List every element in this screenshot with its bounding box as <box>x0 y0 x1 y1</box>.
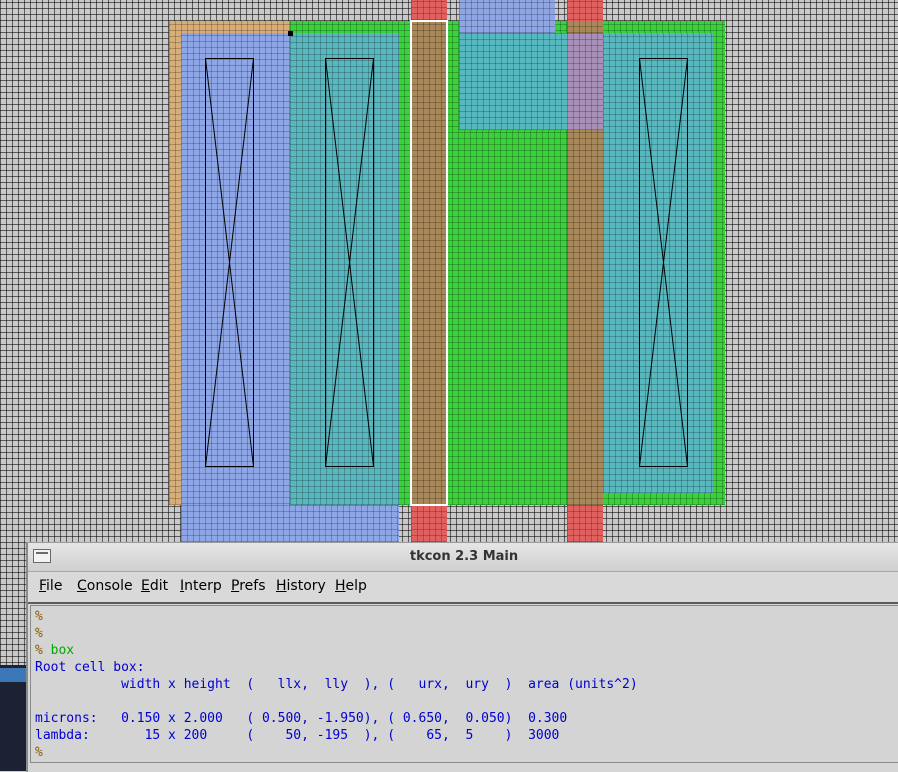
menu-console[interactable]: Console <box>77 578 133 594</box>
menu-edit[interactable]: Edit <box>141 578 168 594</box>
title-bar[interactable]: tkcon 2.3 Main <box>28 543 898 572</box>
contact-middle <box>325 58 374 467</box>
poly-over-pdiff-right <box>567 33 603 130</box>
contact-right <box>639 58 688 467</box>
output-line-4: microns: 0.150 x 2.000 ( 0.500, -1.950),… <box>35 711 568 726</box>
desktop-background <box>0 665 28 771</box>
poly-over-diff-right <box>567 21 603 33</box>
output-line-1: Root cell box: <box>35 660 145 675</box>
prompt-line-current[interactable]: % <box>35 744 43 761</box>
pdiff-region-bottom <box>181 505 399 542</box>
taskbar-fragment <box>0 668 26 682</box>
menu-interp[interactable]: Interp <box>180 578 222 594</box>
window-title: tkcon 2.3 Main <box>409 549 519 564</box>
menu-help[interactable]: Help <box>335 578 367 594</box>
poly-over-ndiff-right <box>567 130 603 505</box>
contact-left <box>205 58 254 467</box>
menu-file[interactable]: File <box>39 578 62 594</box>
command-line: % box <box>35 643 75 658</box>
prompt-line-2: % <box>35 626 43 641</box>
cursor-marker <box>288 31 293 36</box>
menu-bar: File Console Edit Interp Prefs History H… <box>28 572 898 604</box>
output-line-2: width x height ( llx, lly ), ( urx, ury … <box>35 677 638 692</box>
menu-prefs[interactable]: Prefs <box>231 578 266 594</box>
tkcon-window[interactable]: tkcon 2.3 Main File Console Edit Interp … <box>26 542 898 772</box>
prompt-line-1: % <box>35 609 43 624</box>
selection-box[interactable] <box>410 20 448 506</box>
menu-history[interactable]: History <box>276 578 326 594</box>
pdiff-region-top <box>459 0 555 33</box>
console-output[interactable]: % % % box Root cell box: width x height … <box>30 605 898 763</box>
output-line-5: lambda: 15 x 200 ( 50, -195 ), ( 65, 5 )… <box>35 728 560 743</box>
